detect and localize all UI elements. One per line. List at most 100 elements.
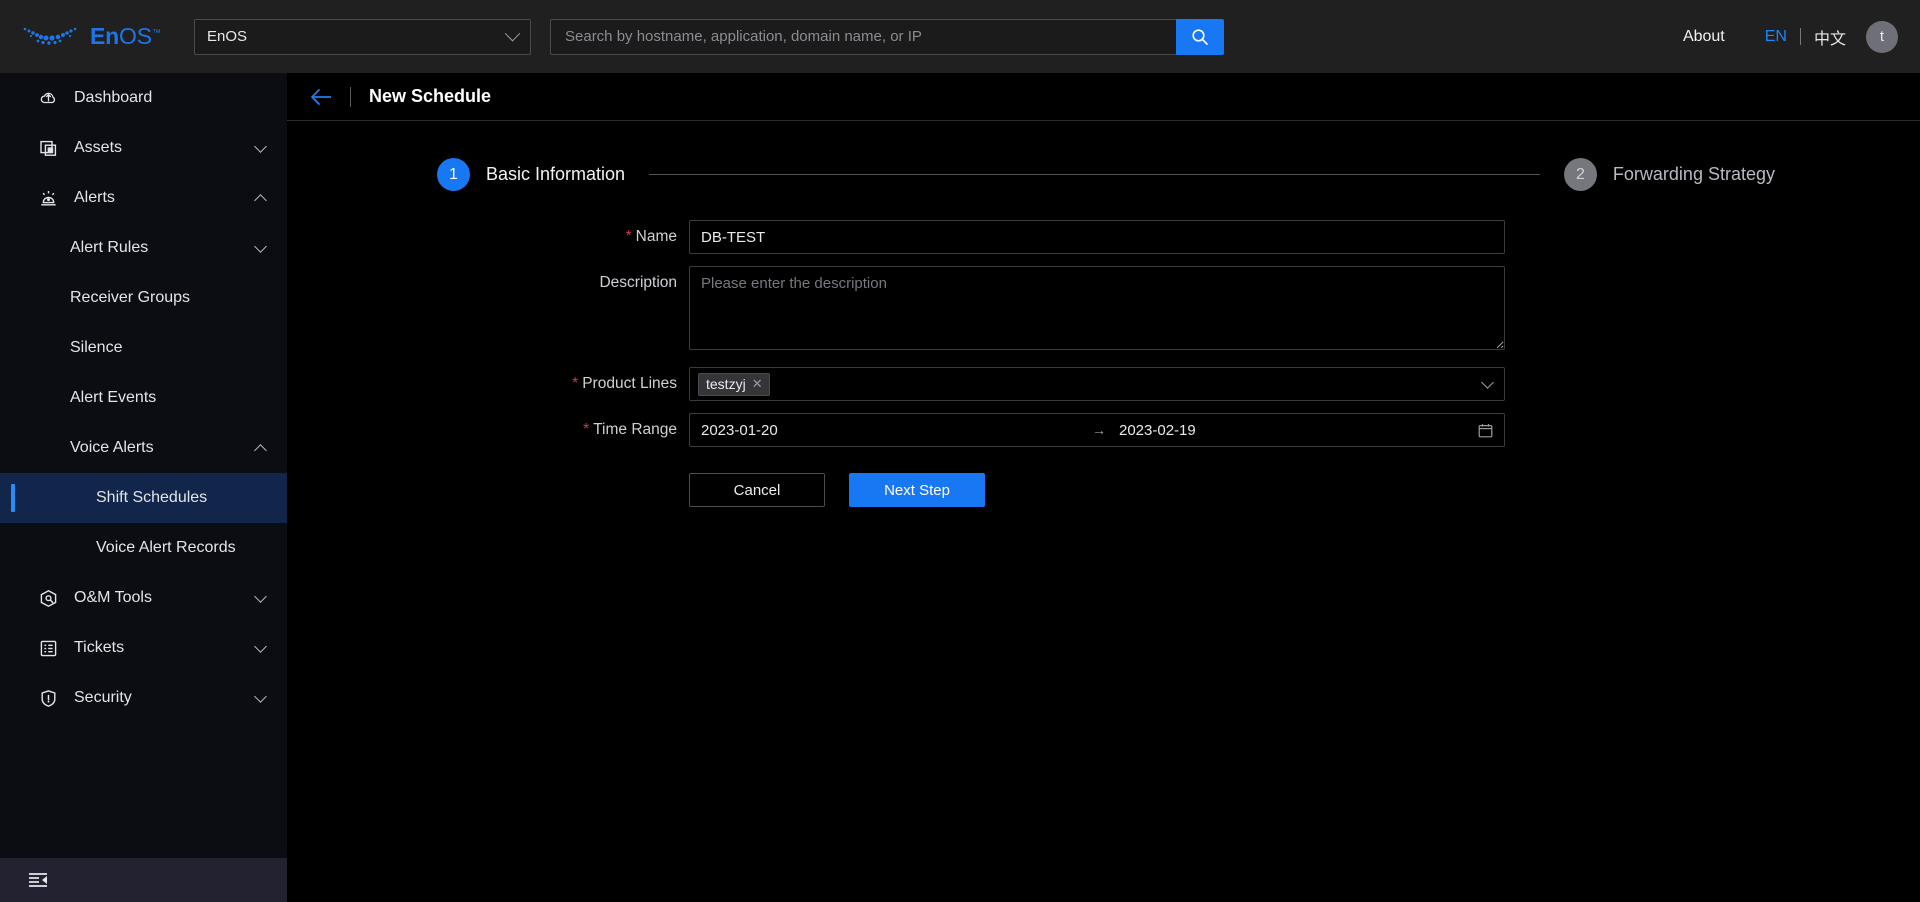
chevron-down-icon (1481, 375, 1494, 389)
sidebar-item-label: Tickets (74, 639, 125, 656)
chevron-down-icon (504, 25, 521, 42)
sidebar-item-security[interactable]: Security (0, 673, 287, 723)
om-tools-icon (38, 588, 58, 608)
time-range-start[interactable]: 2023-01-20 (701, 422, 1079, 439)
sidebar-nav-list: Dashboard Assets Alerts Alert Rules Receiver… (0, 73, 287, 723)
form-actions: Cancel Next Step (689, 473, 1920, 507)
product-lines-select[interactable]: testzyj ✕ (689, 367, 1505, 401)
description-label: Description (599, 274, 677, 291)
brand-name-rest: OS (119, 23, 152, 49)
name-label: Name (635, 228, 677, 245)
time-range-label: Time Range (593, 421, 677, 438)
about-link[interactable]: About (1683, 28, 1725, 46)
time-range-picker[interactable]: 2023-01-20 → 2023-02-19 (689, 413, 1505, 447)
brand-name: EnOS™ (90, 23, 161, 50)
avatar[interactable]: t (1866, 20, 1898, 53)
next-step-button[interactable]: Next Step (849, 473, 985, 507)
form-row-product-lines: * Product Lines testzyj ✕ (287, 367, 1920, 401)
sidebar-item-dashboard[interactable]: Dashboard (0, 73, 287, 123)
enos-swoosh-logo (22, 24, 82, 50)
search-icon (1192, 28, 1208, 45)
trademark-mark: ™ (151, 27, 161, 38)
sidebar-item-alert-events[interactable]: Alert Events (0, 373, 287, 423)
chevron-down-icon[interactable] (254, 139, 267, 153)
sidebar-item-alerts[interactable]: Alerts (0, 173, 287, 223)
brand-name-bold: En (90, 23, 119, 49)
time-range-separator-icon: → (1092, 422, 1106, 438)
step-label-2: Forwarding Strategy (1612, 164, 1775, 184)
sidebar-item-label: Voice Alerts (70, 439, 154, 456)
assets-icon (38, 138, 58, 158)
top-bar-right: About EN 中文 t (1683, 0, 1898, 73)
global-search (550, 18, 1224, 55)
sidebar-item-label: Assets (74, 139, 123, 156)
step-number-1: 1 (437, 158, 470, 191)
language-en[interactable]: EN (1765, 28, 1787, 46)
sidebar-item-shift-schedules[interactable]: Shift Schedules (0, 473, 287, 523)
sidebar-footer (0, 858, 287, 902)
sidebar-item-voice-alerts[interactable]: Voice Alerts (0, 423, 287, 473)
time-range-label-wrap: * Time Range (287, 413, 689, 447)
app-selector-value: EnOS (207, 28, 248, 45)
required-marker: * (572, 375, 579, 392)
sidebar-item-tickets[interactable]: Tickets (0, 623, 287, 673)
calendar-icon (1478, 423, 1493, 438)
language-zh[interactable]: 中文 (1814, 25, 1846, 49)
product-lines-field-wrap: testzyj ✕ (689, 367, 1505, 401)
back-arrow-icon[interactable] (310, 88, 332, 106)
sidebar-item-label: O&M Tools (74, 589, 152, 606)
new-schedule-form: *Name Description *Product Lines testzyj (287, 220, 1920, 507)
sidebar-item-label: Dashboard (74, 89, 153, 106)
chevron-up-icon[interactable] (254, 443, 267, 457)
product-line-tag: testzyj ✕ (698, 372, 770, 396)
chevron-up-icon[interactable] (254, 193, 267, 207)
sidebar: Dashboard Assets Alerts Alert Rules Receiver… (0, 73, 287, 902)
collapse-sidebar-icon[interactable] (28, 872, 48, 888)
sidebar-item-alert-rules[interactable]: Alert Rules (0, 223, 287, 273)
sidebar-item-voice-alert-records[interactable]: Voice Alert Records (0, 523, 287, 573)
search-button[interactable] (1176, 18, 1224, 55)
app-selector[interactable]: EnOS (194, 18, 531, 55)
chevron-down-icon[interactable] (254, 639, 267, 653)
search-input[interactable] (550, 18, 1176, 55)
chevron-down-icon[interactable] (254, 689, 267, 703)
product-line-tag-label: testzyj (706, 375, 746, 392)
page-title: New Schedule (369, 86, 492, 106)
time-range-field-wrap: 2023-01-20 → 2023-02-19 (689, 413, 1505, 447)
sidebar-item-silence[interactable]: Silence (0, 323, 287, 373)
sidebar-item-label: Silence (70, 339, 123, 356)
product-lines-label: Product Lines (582, 375, 677, 392)
main-content: New Schedule 1 Basic Information 2 Forwa… (287, 73, 1920, 902)
close-icon[interactable]: ✕ (752, 376, 763, 392)
form-row-description: Description (287, 266, 1920, 355)
language-divider (1799, 28, 1801, 45)
name-field-wrap (689, 220, 1505, 254)
description-field-wrap (689, 266, 1505, 355)
brand-logo[interactable]: EnOS™ (22, 23, 182, 50)
chevron-down-icon[interactable] (254, 239, 267, 253)
step-label-1: Basic Information (486, 164, 626, 184)
sidebar-item-label: Alerts (74, 189, 115, 206)
cancel-button[interactable]: Cancel (689, 473, 825, 507)
description-textarea[interactable] (689, 266, 1505, 350)
step-forwarding-strategy[interactable]: 2 Forwarding Strategy (1563, 158, 1775, 191)
sidebar-item-label: Shift Schedules (96, 489, 208, 506)
tickets-icon (38, 638, 58, 658)
required-marker: * (583, 421, 590, 438)
sidebar-item-o-m-tools[interactable]: O&M Tools (0, 573, 287, 623)
sidebar-item-label: Security (74, 689, 132, 706)
product-lines-label-wrap: * Product Lines (287, 367, 689, 401)
sidebar-item-receiver-groups[interactable]: Receiver Groups (0, 273, 287, 323)
top-bar: EnOS™ EnOS About EN 中文 t (0, 0, 1920, 73)
sidebar-item-label: Receiver Groups (70, 289, 191, 306)
chevron-down-icon[interactable] (254, 589, 267, 603)
time-range-end[interactable]: 2023-02-19 (1119, 422, 1196, 439)
header-divider (350, 86, 351, 107)
step-basic-information[interactable]: 1 Basic Information (437, 158, 625, 191)
sidebar-item-assets[interactable]: Assets (0, 123, 287, 173)
page-header: New Schedule (287, 73, 1920, 121)
form-row-name: * Name (287, 220, 1920, 254)
sidebar-item-label: Alert Rules (70, 239, 149, 256)
name-input[interactable] (689, 220, 1505, 254)
shield-icon (38, 688, 58, 708)
